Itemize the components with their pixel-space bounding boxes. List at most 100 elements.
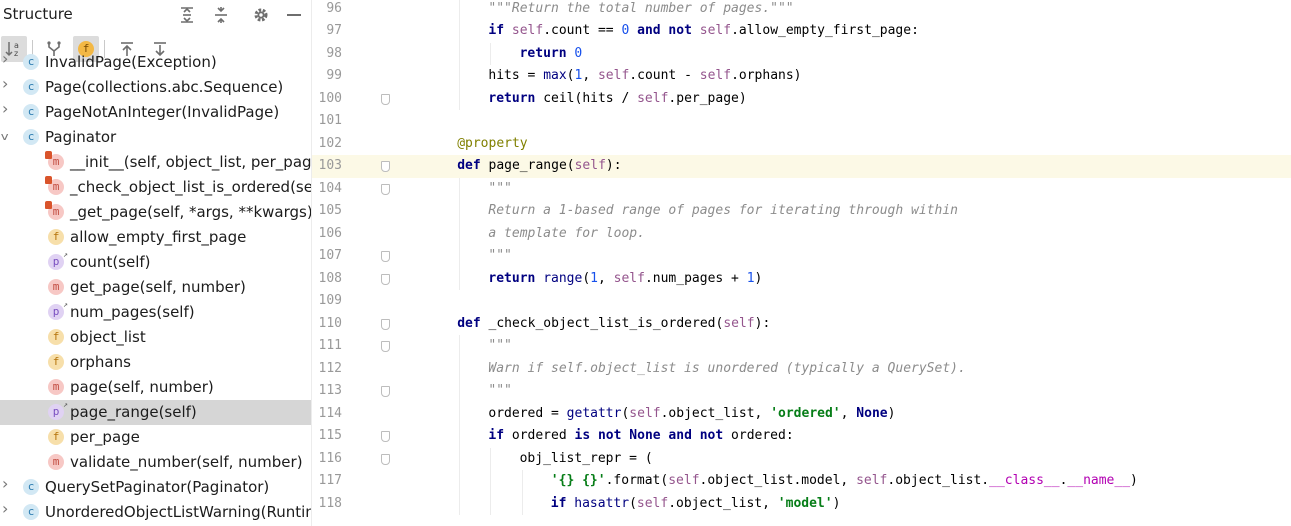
code-token: Return a 1-based range of pages for iter… [488,203,958,218]
method-icon: m [45,151,64,170]
indent-guide [459,402,461,425]
code-token: self [613,270,645,286]
tree-node-label: orphans [70,353,131,371]
chevron-right-icon[interactable]: › [2,101,14,117]
code-line[interactable]: 96 """Return the total number of pages.""… [312,0,1291,20]
icon-letter: m [52,280,60,293]
tree-class-node[interactable]: › c InvalidPage(Exception) [0,51,311,75]
code-text: """Return the total number of pages.""" [488,0,793,20]
code-line[interactable]: 116 obj_list_repr = ( [312,447,1291,470]
code-text: if hasattr(self.object_list, 'model') [551,493,841,515]
code-token: a template for loop. [488,225,645,241]
code-token: .num_pages + [644,270,747,286]
icon-letter: c [27,80,35,93]
code-token: return [519,45,575,61]
code-token: ) [1130,473,1138,488]
indent-guide [459,492,461,515]
code-line[interactable]: 115 if ordered is not None and not ordere… [312,425,1291,448]
code-line[interactable]: 110 def _check_object_list_is_ordered(sel… [312,313,1291,336]
tree-member-node[interactable]: m page(self, number) [0,375,311,400]
tree-class-node[interactable]: › c PageNotAnInteger(InvalidPage) [0,100,311,125]
fold-marker-icon[interactable] [381,273,390,285]
code-token: .count == [543,23,622,38]
fold-marker-icon[interactable] [381,386,390,397]
fold-marker-icon[interactable] [381,93,390,105]
tree-member-node[interactable]: m __init__(self, object_list, per_page [0,150,311,175]
tree-member-node[interactable]: m validate_number(self, number) [0,450,311,475]
tree-member-node[interactable]: f per_page [0,425,311,450]
class-icon: c [23,504,39,520]
structure-panel: Structure az f › c InvalidPage(Exception… [0,0,311,526]
code-token: 'ordered' [770,405,841,421]
code-token: 0 [574,45,583,61]
icon-letter: p [52,305,60,318]
code-line[interactable]: 113 """ [312,380,1291,403]
tree-member-node[interactable]: p ↗ count(self) [0,250,311,275]
line-number: 97 [326,23,342,38]
expand-all-icon[interactable] [176,4,198,26]
code-text: a template for loop. [488,223,645,245]
chevron-down-icon[interactable]: v [1,129,15,145]
tree-member-node[interactable]: m _get_page(self, *args, **kwargs) [0,200,311,225]
code-line[interactable]: 102 @property [312,133,1291,156]
code-line[interactable]: 117 '{} {}'.format(self.object_list.model… [312,470,1291,493]
code-token: if [550,495,575,511]
code-line[interactable]: 107 """ [312,245,1291,268]
tree-member-node[interactable]: f object_list [0,325,311,350]
code-line[interactable]: 99 hits = max(1, self.count - self.orphan… [312,65,1291,88]
fold-marker-icon[interactable] [381,318,390,330]
tree-class-node[interactable]: › c UnorderedObjectListWarning(Runtin [0,500,311,525]
fold-marker-icon[interactable] [381,251,390,262]
tree-member-node[interactable]: p ↗ num_pages(self) [0,300,311,325]
chevron-right-icon[interactable]: › [2,501,14,517]
tree-member-node[interactable]: m _check_object_list_is_ordered(sel [0,175,311,200]
code-line[interactable]: 118 if hasattr(self.object_list, 'model') [312,492,1291,515]
fold-marker-icon[interactable] [381,453,390,465]
code-editor[interactable]: 96 """Return the total number of pages.""… [312,0,1291,526]
indent-guide [459,200,461,223]
code-text: """ [488,380,511,402]
indent-guide [459,335,461,358]
tree-node-label: allow_empty_first_page [70,228,247,246]
code-line[interactable]: 97 if self.count == 0 and not self.allow_… [312,20,1291,43]
code-line[interactable]: 106 a template for loop. [312,222,1291,245]
tree-class-node[interactable]: v c Paginator [0,125,311,150]
tree-member-node[interactable]: f allow_empty_first_page [0,225,311,250]
code-line[interactable]: 108 return range(1, self.num_pages + 1) [312,267,1291,290]
tree-member-node[interactable]: f orphans [0,350,311,375]
field-icon: f [48,354,64,370]
chevron-right-icon[interactable]: › [2,476,14,492]
fold-marker-icon[interactable] [381,431,390,442]
tree-class-node[interactable]: › c QuerySetPaginator(Paginator) [0,475,311,500]
fold-marker-icon[interactable] [381,183,390,195]
tree-member-node[interactable]: m get_page(self, number) [0,275,311,300]
chevron-right-icon[interactable]: › [2,51,14,67]
code-token: is not None and not [574,428,732,443]
code-token: self [574,158,606,173]
fold-marker-icon[interactable] [381,341,390,352]
field-icon: f [48,429,64,445]
code-line[interactable]: 103 def page_range(self): [312,155,1291,178]
code-line[interactable]: 105 Return a 1-based range of pages for i… [312,200,1291,223]
indent-guide [490,492,492,515]
code-line[interactable]: 104 """ [312,177,1291,200]
code-line[interactable]: 112 Warn if self.object_list is unordered… [312,357,1291,380]
indent-guide [459,267,461,290]
chevron-right-icon[interactable]: › [2,76,14,92]
indent-guide [490,447,492,470]
minimize-icon[interactable] [283,4,305,26]
tree-member-node[interactable]: p ↗ page_range(self) [0,400,311,425]
code-text: hits = max(1, self.count - self.orphans) [488,65,801,87]
fold-marker-icon[interactable] [381,161,390,172]
code-line[interactable]: 98 return 0 [312,42,1291,65]
tree-class-node[interactable]: › c Page(collections.abc.Sequence) [0,75,311,100]
code-line[interactable]: 109 [312,290,1291,313]
code-text: def page_range(self): [457,155,621,177]
collapse-all-icon[interactable] [210,4,232,26]
code-line[interactable]: 114 ordered = getattr(self.object_list, '… [312,402,1291,425]
icon-letter: f [52,330,60,343]
code-line[interactable]: 111 """ [312,335,1291,358]
code-line[interactable]: 101 [312,110,1291,133]
gear-icon[interactable] [250,4,272,26]
code-line[interactable]: 100 return ceil(hits / self.per_page) [312,87,1291,110]
